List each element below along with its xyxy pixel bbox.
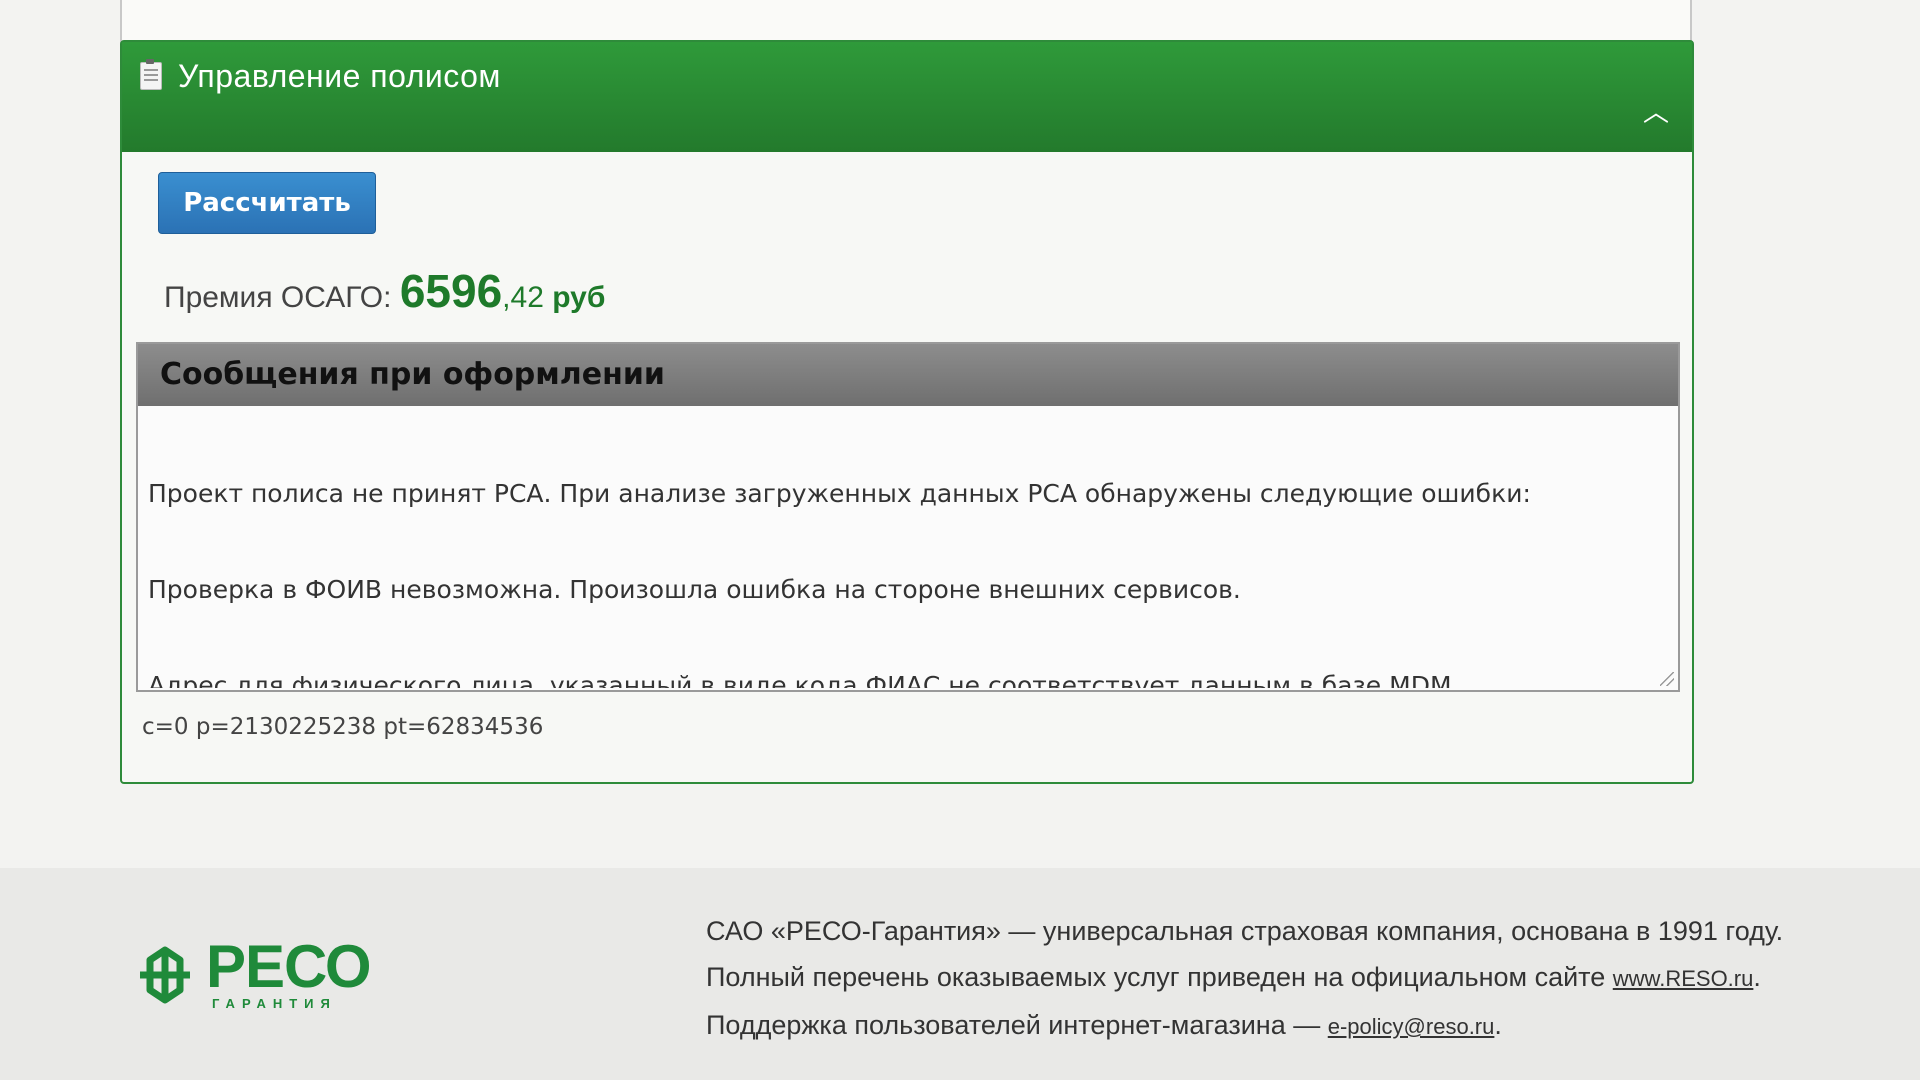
premium-display: Премия ОСАГО: 6596,42 руб (164, 264, 605, 318)
reso-logo[interactable]: РЕСО ГАРАНТИЯ (132, 933, 372, 1018)
footer-line-support: Поддержка пользователей интернет-магазин… (706, 1002, 1783, 1050)
reso-emblem-icon (140, 946, 190, 1004)
page: Управление полисом ︿ Рассчитать Премия О… (0, 0, 1920, 1080)
footer-line-services: Полный перечень оказываемых услуг привед… (706, 954, 1783, 1002)
premium-amount-fraction: ,42 (502, 281, 544, 314)
messages-header: Сообщения при оформлении (138, 344, 1678, 406)
footer-line-company: САО «РЕСО-Гарантия» — универсальная стра… (706, 916, 1784, 946)
footer-services-text: Полный перечень оказываемых услуг привед… (706, 962, 1606, 992)
logo-subtitle: ГАРАНТИЯ (212, 996, 337, 1011)
panel-title: Управление полисом (178, 58, 501, 94)
footer-text: САО «РЕСО-Гарантия» — универсальная стра… (706, 908, 1783, 1050)
message-line: Проект полиса не принят РСА. При анализе… (148, 479, 1531, 508)
premium-currency: руб (552, 281, 606, 314)
messages-textarea[interactable]: Проект полиса не принят РСА. При анализе… (138, 406, 1678, 688)
clipboard-icon (140, 59, 162, 90)
premium-amount-integer: 6596 (399, 265, 503, 317)
premium-label: Премия ОСАГО: (164, 281, 392, 314)
policy-management-panel: Управление полисом ︿ Рассчитать Премия О… (120, 40, 1694, 784)
support-email-link[interactable]: e-policy@reso.ru (1328, 1014, 1495, 1039)
footer-support-text: Поддержка пользователей интернет-магазин… (706, 1010, 1321, 1040)
messages-box: Сообщения при оформлении Проект полиса н… (136, 342, 1680, 692)
logo-wordmark: РЕСО (206, 933, 372, 1000)
footer: РЕСО ГАРАНТИЯ САО «РЕСО-Гарантия» — унив… (0, 868, 1920, 1080)
chevron-up-icon[interactable]: ︿ (1642, 100, 1670, 126)
resize-handle[interactable] (1660, 672, 1674, 686)
debug-info: c=0 p=2130225238 pt=62834536 (142, 714, 544, 740)
footer-services-end: . (1753, 962, 1761, 992)
panel-header[interactable]: Управление полисом ︿ (122, 42, 1692, 152)
message-line: Адрес для физического лица, указанный в … (148, 671, 1460, 688)
footer-support-end: . (1494, 1010, 1502, 1040)
message-line: Проверка в ФОИВ невозможна. Произошла ош… (148, 575, 1241, 604)
calculate-button[interactable]: Рассчитать (158, 172, 376, 234)
reso-site-link[interactable]: www.RESO.ru (1613, 966, 1754, 991)
